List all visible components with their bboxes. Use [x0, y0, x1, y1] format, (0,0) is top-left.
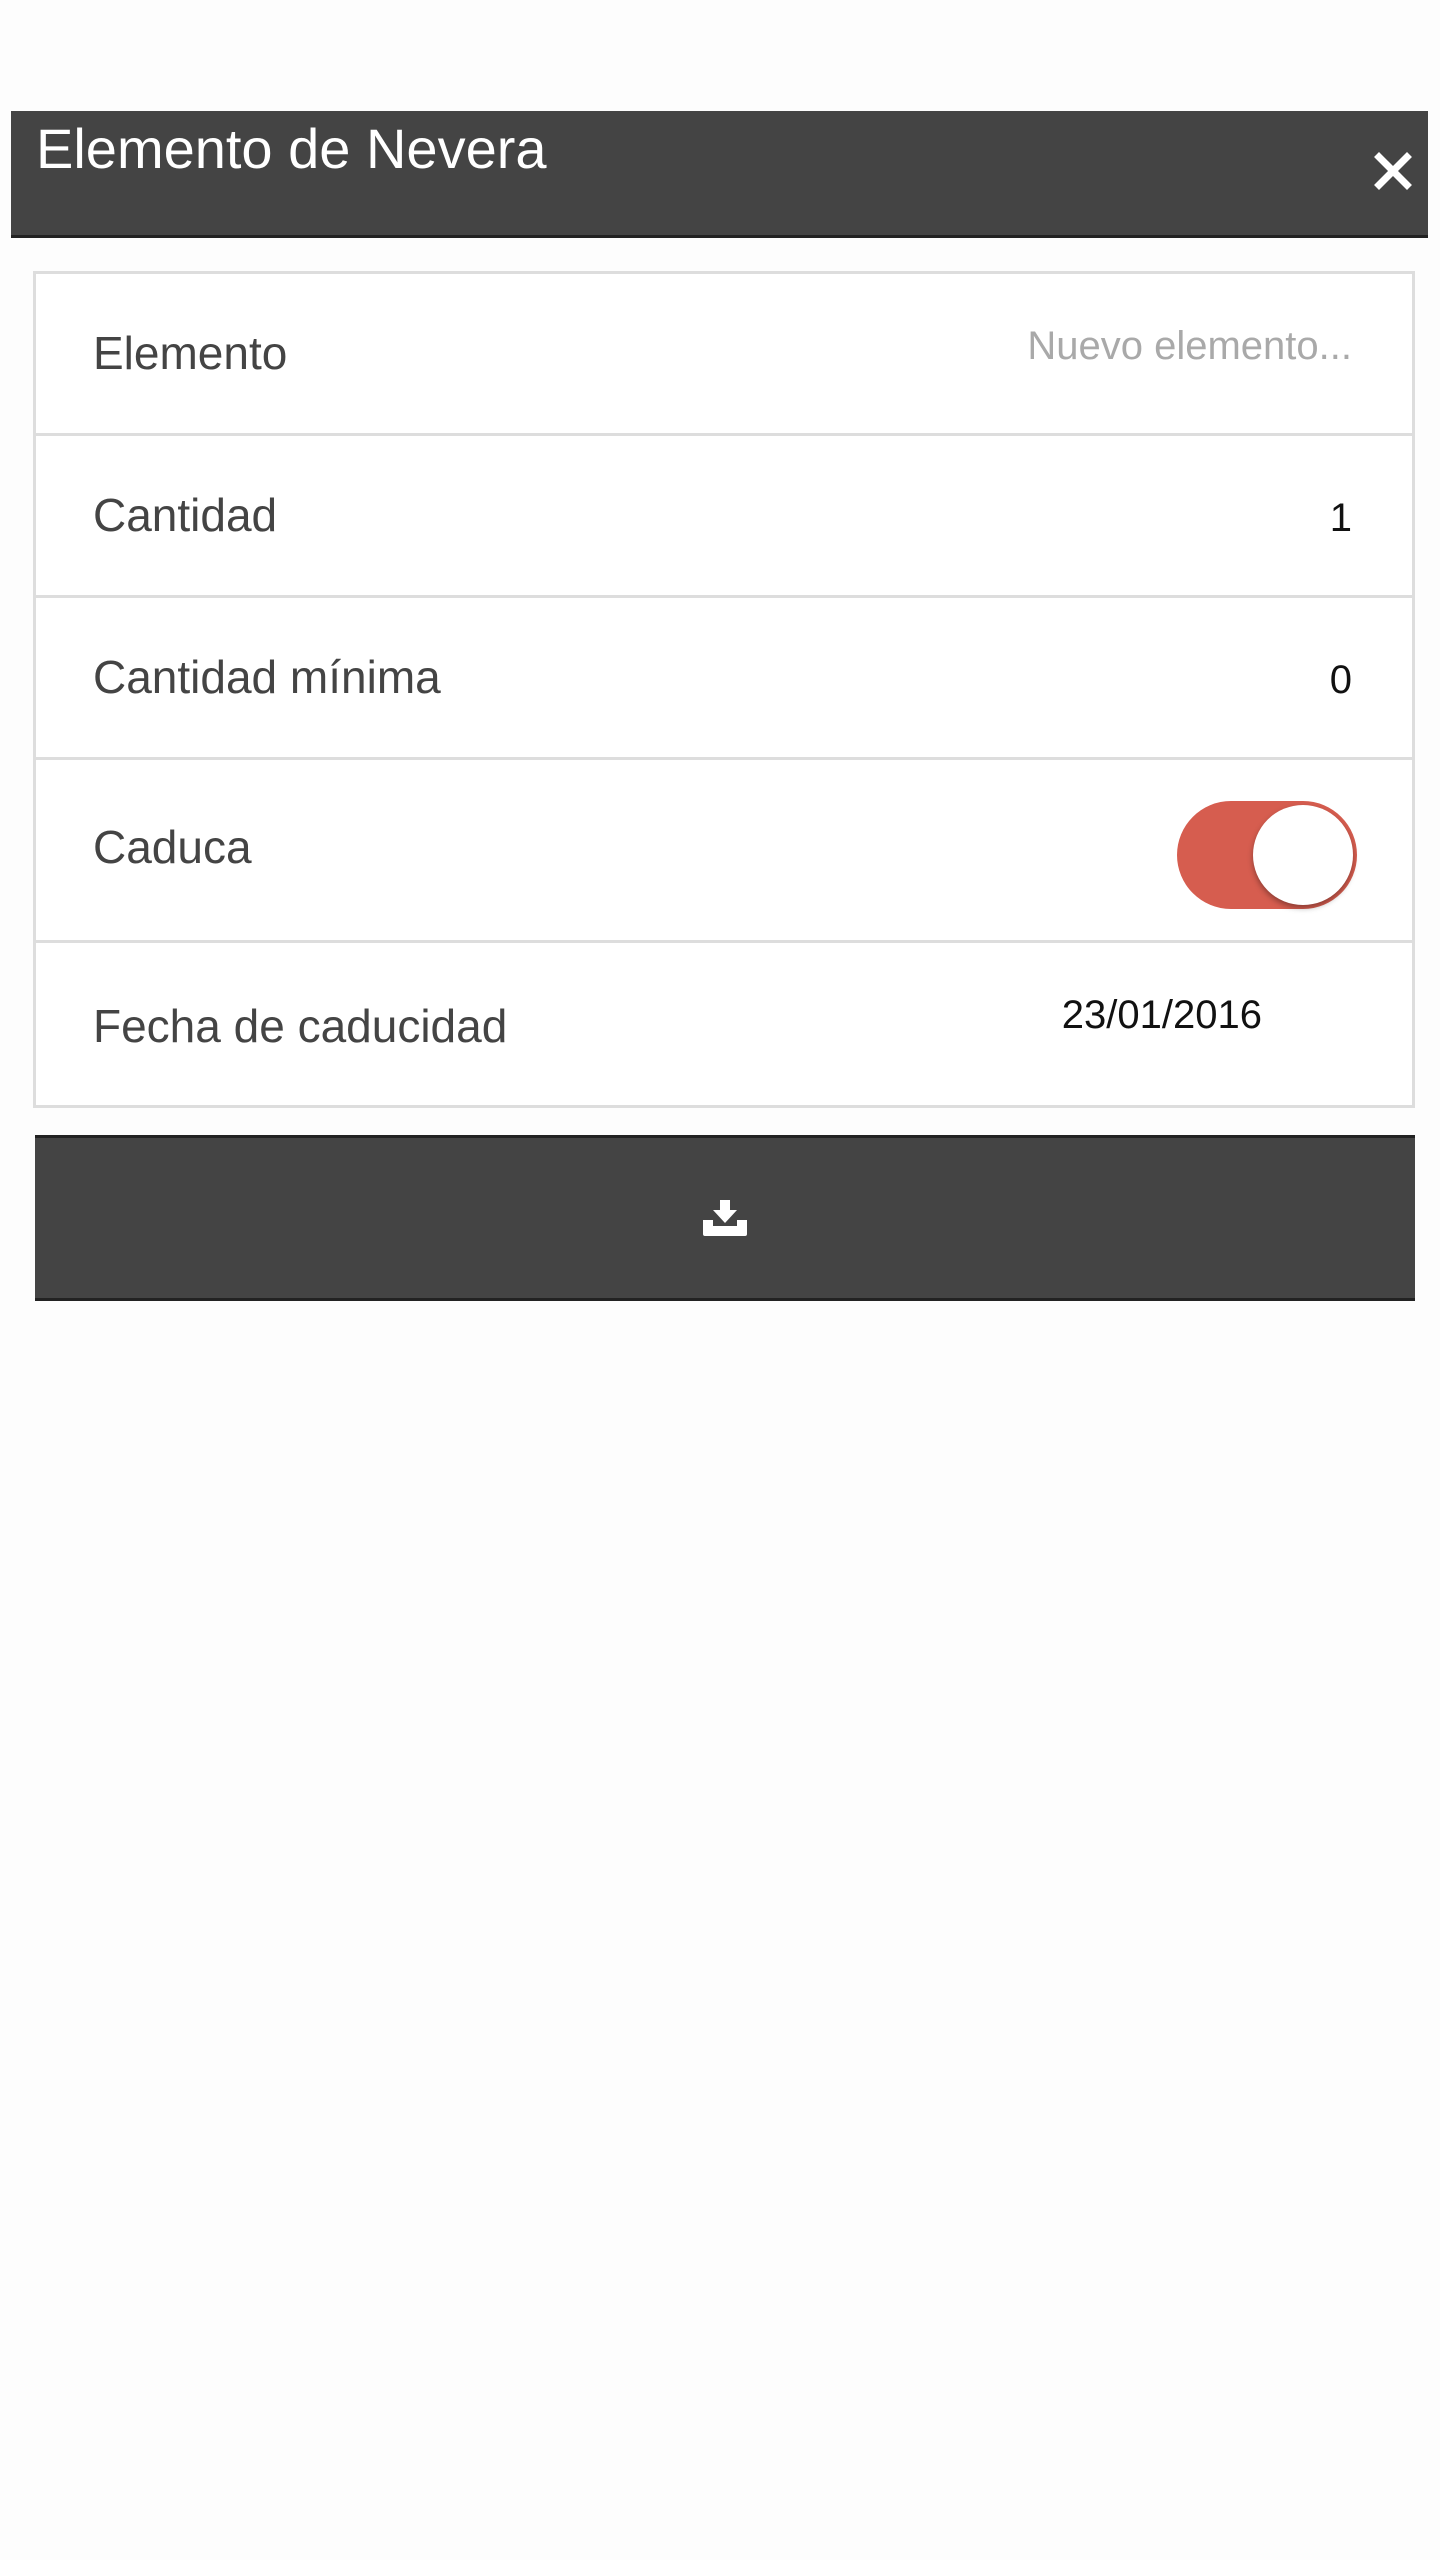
- cantidad-label: Cantidad: [93, 489, 278, 541]
- elemento-row: Elemento: [36, 274, 1412, 436]
- close-button[interactable]: [1358, 131, 1428, 211]
- elemento-label: Elemento: [93, 327, 288, 379]
- save-button[interactable]: [35, 1135, 1415, 1301]
- cantidad-input[interactable]: [1152, 496, 1352, 541]
- page-title: Elemento de Nevera: [36, 117, 547, 180]
- cantidad-minima-input[interactable]: [1152, 658, 1352, 703]
- elemento-input[interactable]: [832, 324, 1352, 369]
- fecha-caducidad-row: Fecha de caducidad: [36, 943, 1412, 1105]
- caduca-row: Caduca: [36, 760, 1412, 943]
- toggle-knob: [1253, 805, 1353, 905]
- caduca-toggle[interactable]: [1177, 801, 1357, 909]
- form-list: Elemento Cantidad Cantidad mínima Caduca…: [33, 271, 1415, 1108]
- fecha-caducidad-input[interactable]: [942, 993, 1262, 1038]
- fecha-caducidad-label: Fecha de caducidad: [93, 1000, 508, 1052]
- modal-header: Elemento de Nevera: [11, 111, 1428, 238]
- cantidad-minima-label: Cantidad mínima: [93, 651, 441, 703]
- cantidad-row: Cantidad: [36, 436, 1412, 598]
- cantidad-minima-row: Cantidad mínima: [36, 598, 1412, 760]
- close-icon: [1374, 152, 1412, 190]
- caduca-label: Caduca: [93, 821, 252, 873]
- download-icon: [703, 1200, 747, 1236]
